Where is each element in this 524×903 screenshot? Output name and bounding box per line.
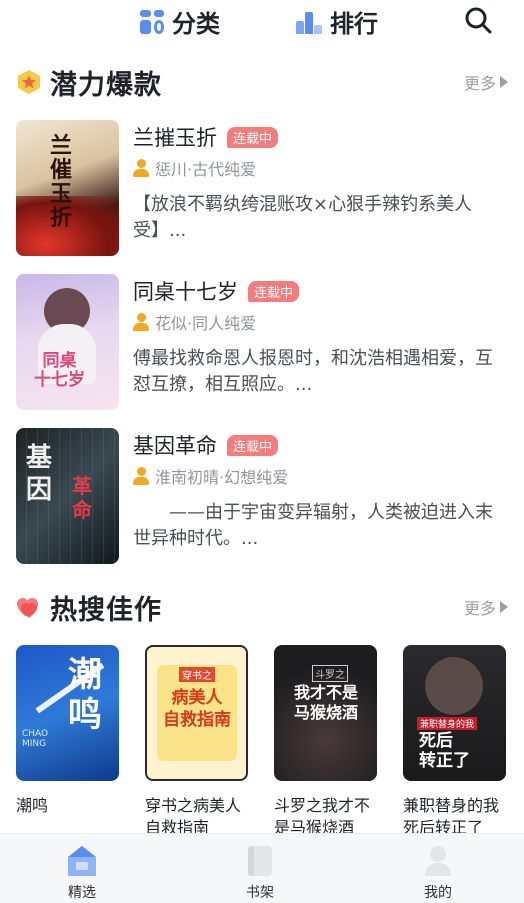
book-desc: 【放浪不羁纨绔混账攻×心狠手辣钓系美人受】... bbox=[133, 194, 473, 241]
bottom-tab-bar: 精选 书架 我的 bbox=[0, 833, 524, 903]
chevron-right-icon bbox=[500, 76, 508, 88]
more-link[interactable]: 更多 bbox=[464, 595, 508, 619]
cover-title-text: 同桌 十七岁 bbox=[34, 351, 85, 390]
book-author: 惩川·古代纯爱 bbox=[155, 160, 257, 179]
hot-book-item[interactable]: 斗罗之 我才不是 马猴烧酒 斗罗之我才不是马猴烧酒 bbox=[274, 645, 377, 839]
book-item[interactable]: 同桌 十七岁 同桌十七岁 连载中 花似·同人纯爱 傅最找救命恩人报恩时，和沈浩相遇… bbox=[16, 274, 508, 410]
hot-book-item[interactable]: 潮 鸣 CHAO MING 潮鸣 bbox=[16, 645, 119, 817]
cover-title-text: 病美人 自救指南 bbox=[163, 688, 231, 730]
section-title: 热搜佳作 bbox=[50, 594, 162, 626]
chevron-right-icon bbox=[500, 601, 508, 613]
more-label: 更多 bbox=[463, 74, 496, 93]
book-desc: 傅最找救命恩人报恩时，和沈浩相遇相爱，互怼互撩，相互照应。... bbox=[133, 348, 493, 395]
book-author: 花似·同人纯爱 bbox=[155, 314, 257, 333]
cover-title-text: 基 因 bbox=[26, 443, 53, 505]
book-title: 兰摧玉折 bbox=[133, 126, 217, 150]
book-cover: 潮 鸣 CHAO MING bbox=[16, 645, 119, 781]
book-title: 同桌十七岁 bbox=[133, 280, 238, 304]
hot-book-title: 潮鸣 bbox=[16, 796, 49, 815]
nav-rank[interactable]: 排行 bbox=[296, 4, 378, 39]
author-icon bbox=[133, 313, 149, 331]
book-cover: 基 因 革 命 bbox=[16, 428, 119, 564]
star-badge-icon bbox=[18, 70, 40, 94]
rank-icon bbox=[296, 10, 322, 34]
top-nav: 分类 排行 bbox=[0, 0, 524, 40]
category-icon bbox=[140, 9, 164, 34]
cover-title-text: 我才不是 马猴烧酒 bbox=[293, 683, 358, 722]
book-cover: 兰 催 玉 折 bbox=[16, 120, 119, 256]
book-cover: 同桌 十七岁 bbox=[16, 274, 119, 410]
tab-label: 我的 bbox=[424, 885, 452, 901]
more-label: 更多 bbox=[463, 599, 496, 618]
cover-subtitle: 兼职替身的我 bbox=[417, 717, 478, 730]
book-desc: ——由于宇宙变异辐射，人类被迫进入末世异种时代。... bbox=[133, 502, 493, 549]
cover-subtitle: CHAO MING bbox=[22, 729, 49, 749]
book-title: 基因革命 bbox=[133, 434, 217, 458]
bookshelf-icon bbox=[245, 844, 275, 878]
tab-featured[interactable]: 精选 bbox=[52, 844, 112, 902]
tab-label: 精选 bbox=[68, 885, 96, 901]
book-cover: 穿书之 病美人 自救指南 bbox=[145, 645, 248, 781]
section-title: 潜力爆款 bbox=[50, 69, 162, 101]
nav-category-label: 分类 bbox=[172, 10, 220, 38]
search-icon bbox=[465, 7, 492, 34]
heart-badge-icon bbox=[17, 598, 38, 618]
author-icon bbox=[133, 467, 149, 485]
author-icon bbox=[133, 159, 149, 177]
book-cover: 斗罗之 我才不是 马猴烧酒 bbox=[274, 645, 377, 781]
book-author: 淮南初晴·幻想纯爱 bbox=[155, 468, 289, 487]
hot-book-item[interactable]: 兼职替身的我 死后 转正了 兼职替身的我死后转正了 bbox=[403, 645, 506, 839]
cover-subtitle: 斗罗之 bbox=[312, 665, 348, 682]
cover-title-text: 潮 鸣 bbox=[68, 655, 102, 735]
tab-label: 书架 bbox=[246, 885, 274, 901]
hot-book-item[interactable]: 穿书之 病美人 自救指南 穿书之病美人自救指南 bbox=[145, 645, 248, 839]
home-icon bbox=[67, 844, 97, 878]
section-header-hot: 热搜佳作 更多 bbox=[16, 587, 508, 627]
status-badge: 连载中 bbox=[227, 126, 279, 148]
book-item[interactable]: 基 因 革 命 基因革命 连载中 淮南初晴·幻想纯爱 ——由于宇宙变异辐射，人类被… bbox=[16, 428, 508, 564]
profile-icon bbox=[423, 844, 453, 878]
tab-bookshelf[interactable]: 书架 bbox=[230, 844, 290, 902]
more-link[interactable]: 更多 bbox=[464, 70, 508, 94]
cover-title-text: 兰 催 玉 折 bbox=[50, 133, 73, 231]
cover-subtitle: 穿书之 bbox=[179, 667, 215, 682]
cover-title-text-2: 革 命 bbox=[72, 474, 92, 522]
section-header-potential: 潜力爆款 更多 bbox=[16, 62, 508, 102]
book-item[interactable]: 兰 催 玉 折 兰摧玉折 连载中 惩川·古代纯爱 【放浪不羁纨绔混账攻×心狠手辣钓… bbox=[16, 120, 508, 256]
book-cover: 兼职替身的我 死后 转正了 bbox=[403, 645, 506, 781]
cover-title-text: 死后 转正了 bbox=[419, 731, 470, 771]
status-badge: 连载中 bbox=[227, 434, 279, 456]
nav-category[interactable]: 分类 bbox=[140, 4, 220, 39]
search-button[interactable] bbox=[464, 6, 492, 34]
nav-rank-label: 排行 bbox=[330, 10, 378, 38]
hot-grid: 潮 鸣 CHAO MING 潮鸣 穿书之 病美人 自救指南 穿书之病美人自救指南… bbox=[16, 645, 508, 837]
status-badge: 连载中 bbox=[248, 280, 300, 302]
tab-profile[interactable]: 我的 bbox=[408, 844, 468, 902]
